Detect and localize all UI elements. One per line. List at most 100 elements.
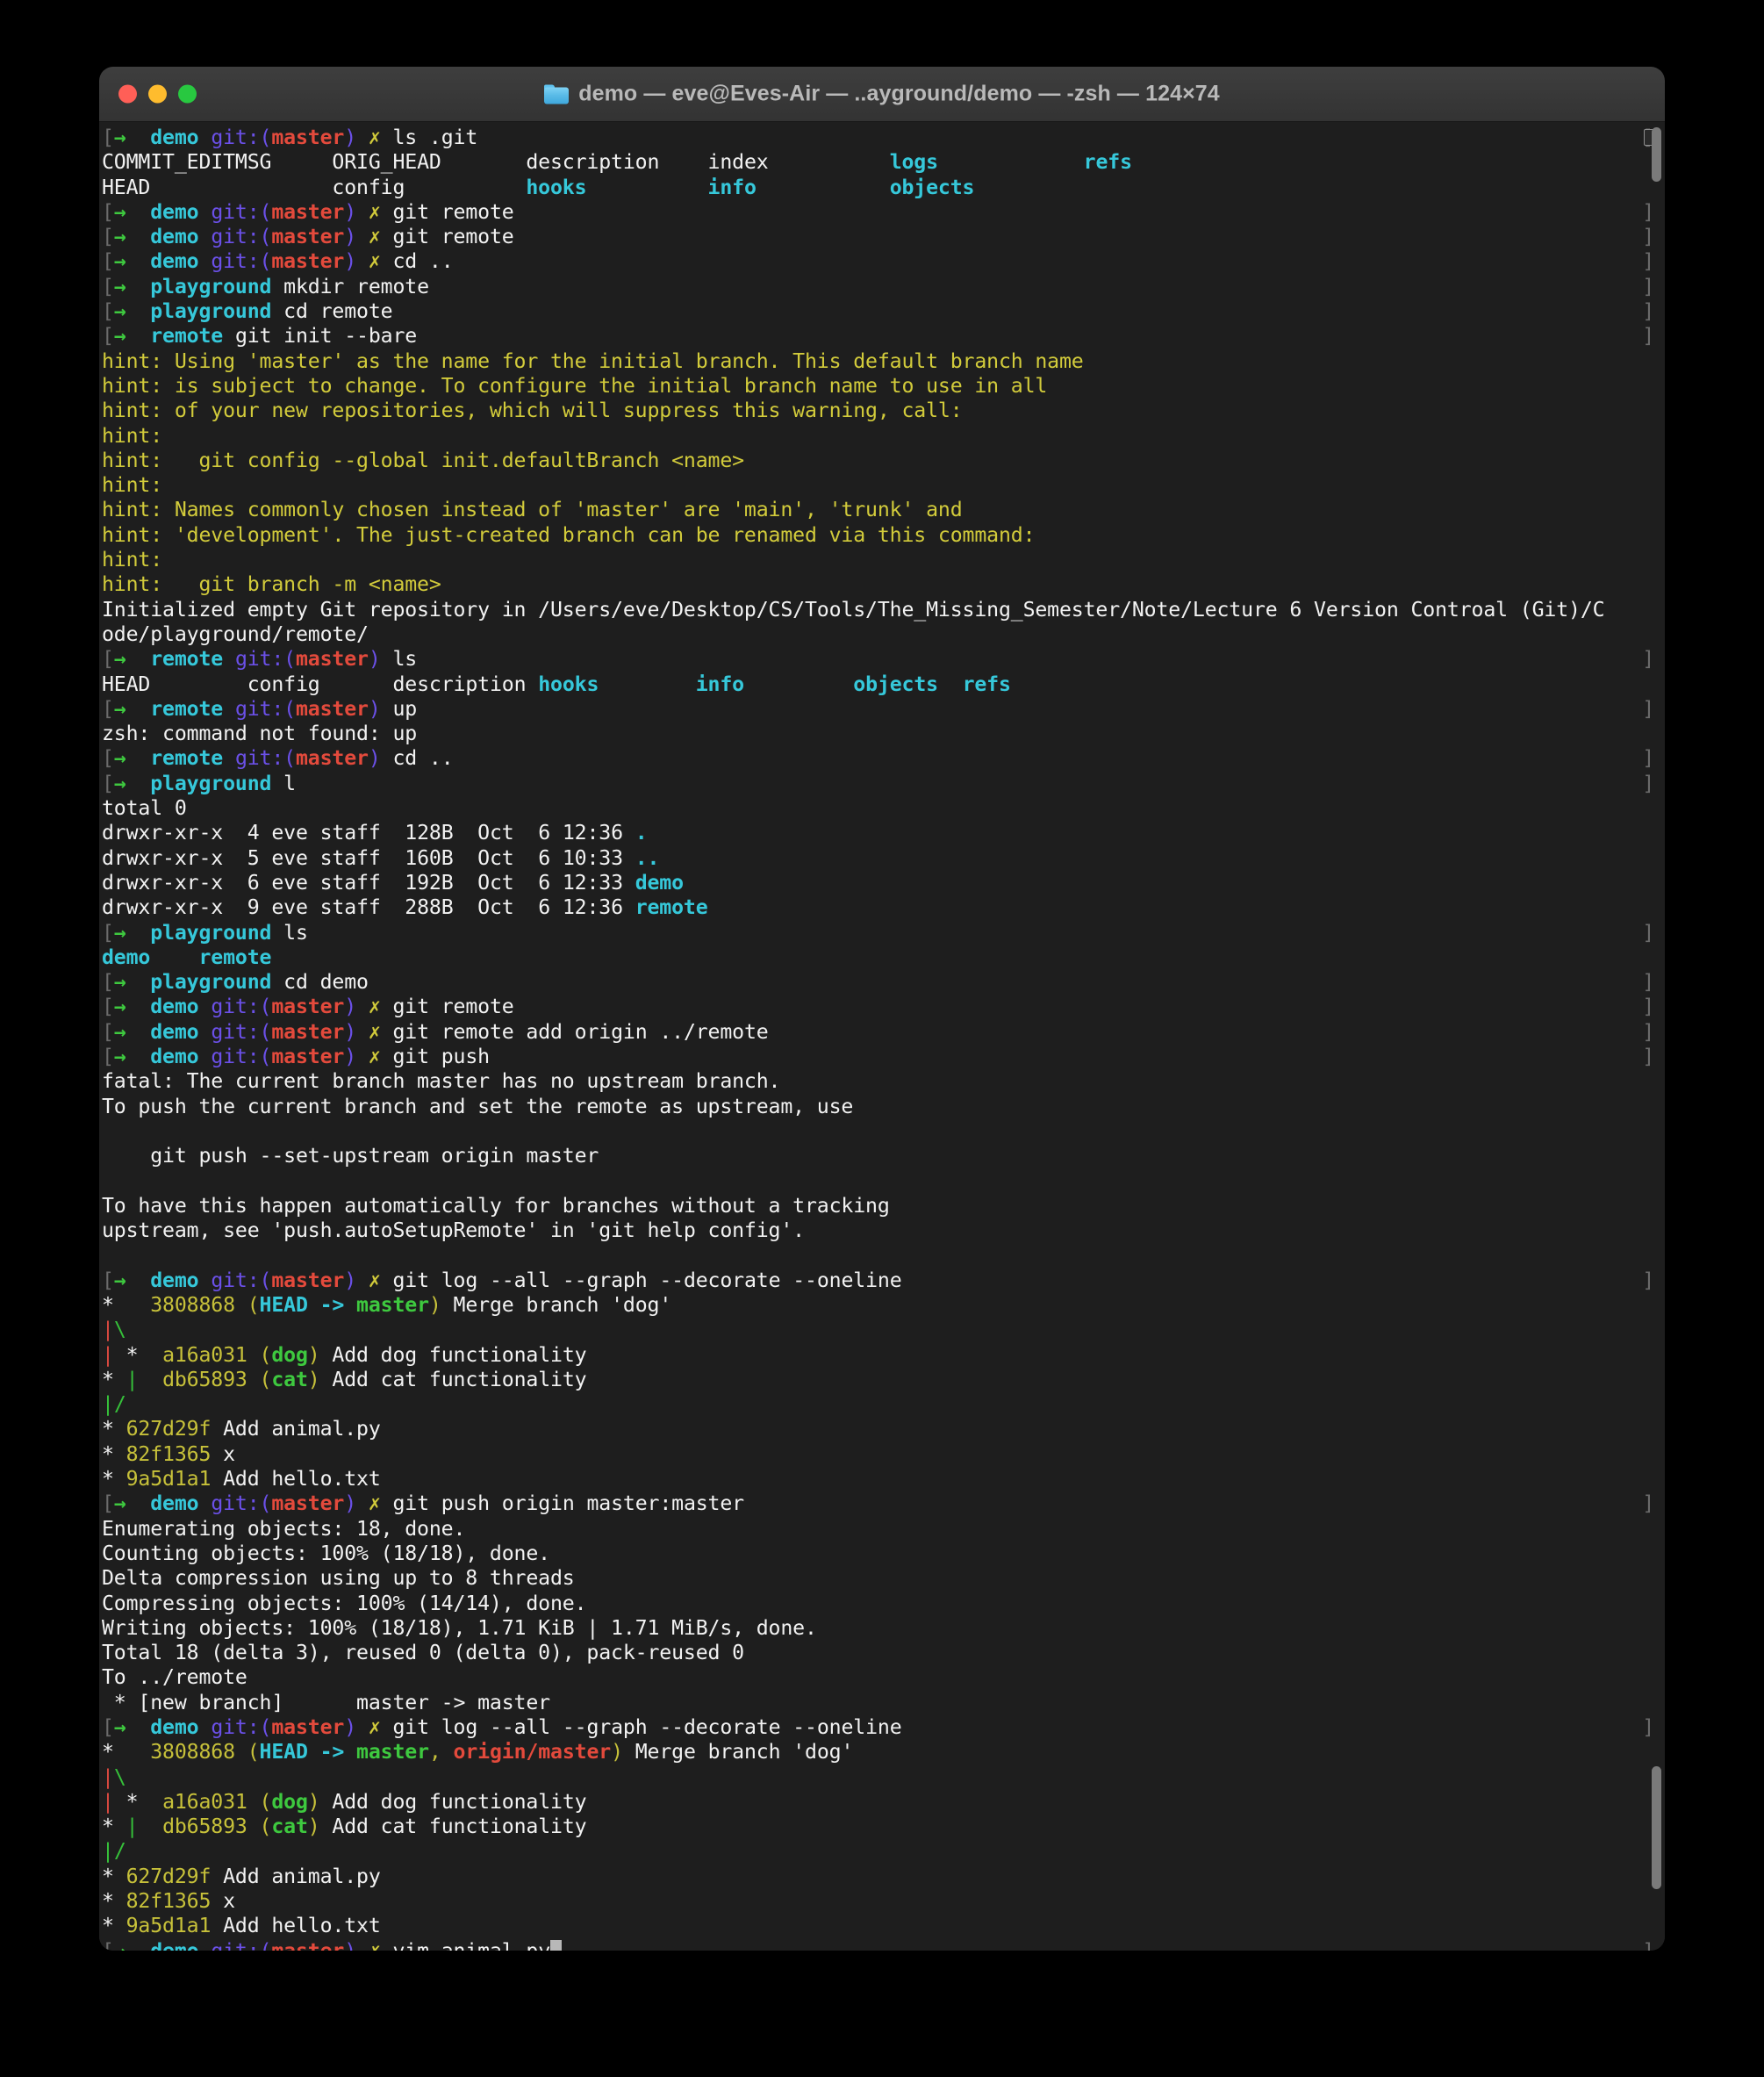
terminal-prompt-line: ] [→ demo git:(master) ✗ git remote	[99, 225, 1665, 249]
commit-message: Add hello.txt	[223, 1467, 381, 1491]
graph-glyph: *	[125, 1789, 139, 1814]
output-text: Writing objects: 100% (18/18), 1.71 KiB …	[102, 1615, 817, 1640]
graph-glyph: |	[125, 1815, 139, 1839]
listing-cell: refs	[1083, 150, 1181, 175]
prompt-arrow-icon: →	[113, 970, 126, 995]
output-text: * [new branch] master -> master	[102, 1690, 550, 1714]
commit-message: Add hello.txt	[223, 1914, 381, 1938]
commit-hash: db65893	[162, 1367, 247, 1391]
terminal-output-line: hint: 'development'. The just-created br…	[99, 523, 1665, 548]
prompt-dirty-icon: ✗	[368, 1268, 381, 1292]
terminal-body[interactable]: ][→ demo git:(master) ✗ ls .gitCOMMIT_ED…	[99, 122, 1665, 1951]
prompt-directory: demo	[150, 1715, 199, 1739]
commit-hash: 82f1365	[125, 1889, 212, 1914]
ls-size: 192B	[405, 870, 478, 895]
terminal-scrollbar[interactable]	[1644, 122, 1665, 1951]
prompt-dirty-icon: ✗	[368, 1491, 381, 1516]
git-graph-line: |/	[99, 1392, 1665, 1417]
output-text: hint: Names commonly chosen instead of '…	[102, 498, 963, 522]
window-titlebar[interactable]: demo — eve@Eves-Air — ..ayground/demo — …	[99, 67, 1665, 122]
prompt-bracket: [	[102, 920, 114, 945]
ls-name: .	[635, 821, 648, 845]
commit-hash: 9a5d1a1	[125, 1467, 212, 1491]
output-text: zsh: command not found: up	[102, 722, 418, 746]
prompt-git-suffix: )	[368, 746, 381, 771]
listing-cell: index	[707, 150, 890, 175]
prompt-arrow-icon: →	[113, 746, 126, 771]
graph-glyph: *	[102, 1467, 114, 1491]
ls-linkcount: 9	[247, 895, 272, 920]
git-graph-line: |\	[99, 1765, 1665, 1790]
terminal-output-line: Counting objects: 100% (18/18), done.	[99, 1542, 1665, 1566]
ls-linkcount: 5	[247, 845, 272, 870]
commit-ref: (	[259, 1815, 272, 1839]
prompt-directory: demo	[150, 1019, 199, 1044]
git-log-line: * 627d29f Add animal.py	[99, 1417, 1665, 1441]
terminal-prompt-line: ] [→ remote git:(master) ls	[99, 647, 1665, 672]
git-graph-line: |/	[99, 1839, 1665, 1864]
scrollbar-thumb-top[interactable]	[1652, 127, 1661, 182]
close-button[interactable]	[118, 84, 137, 104]
terminal-prompt-line: ] [→ remote git:(master) cd ..	[99, 746, 1665, 771]
output-text: Compressing objects: 100% (14/14), done.	[102, 1591, 587, 1615]
terminal-command: ls	[392, 647, 418, 672]
commit-ref: )	[611, 1740, 623, 1764]
terminal-prompt-line: ][→ demo git:(master) ✗ ls .git	[99, 126, 1665, 150]
terminal-output-line: zsh: command not found: up	[99, 722, 1665, 746]
prompt-git-branch: master	[271, 1715, 345, 1739]
output-text: hint: git branch -m <name>	[102, 572, 441, 597]
git-log-line: | * a16a031 (dog) Add dog functionality	[99, 1790, 1665, 1815]
output-text: hint:	[102, 548, 163, 572]
prompt-bracket: [	[102, 995, 114, 1019]
terminal-command: l	[283, 771, 296, 795]
prompt-git-branch: master	[271, 249, 345, 274]
ls-owner: eve	[271, 895, 320, 920]
scrollbar-thumb-bottom[interactable]	[1652, 1766, 1661, 1889]
ls-permissions: drwxr-xr-x	[102, 821, 247, 845]
prompt-git-prefix: git:(	[211, 1268, 272, 1292]
commit-hash: a16a031	[162, 1342, 247, 1367]
prompt-dirty-icon: ✗	[368, 995, 381, 1019]
prompt-directory: demo	[150, 126, 199, 149]
terminal-output-line: hint:	[99, 424, 1665, 449]
commit-ref: (	[247, 1740, 260, 1764]
listing-cell: objects	[889, 175, 1084, 199]
prompt-arrow-icon: →	[113, 1715, 126, 1739]
prompt-git-suffix: )	[344, 1268, 357, 1292]
window-controls[interactable]	[118, 84, 197, 104]
terminal-command: git remote add origin ../remote	[392, 1019, 769, 1044]
prompt-git-branch: master	[271, 1268, 345, 1292]
prompt-directory: demo	[150, 1939, 198, 1951]
terminal-listing-row: HEAD config hooks info objects	[99, 176, 1665, 200]
commit-ref: cat	[271, 1815, 308, 1839]
terminal-screen[interactable]: ][→ demo git:(master) ✗ ls .gitCOMMIT_ED…	[99, 122, 1665, 1951]
git-log-line: * 9a5d1a1 Add hello.txt	[99, 1914, 1665, 1938]
terminal-command: git remote	[392, 225, 514, 249]
commit-message: Add animal.py	[223, 1864, 381, 1888]
commit-ref: (	[259, 1367, 272, 1391]
commit-ref: origin/master	[453, 1740, 612, 1764]
commit-hash: 627d29f	[125, 1864, 212, 1888]
listing-cell: remote	[198, 945, 296, 969]
prompt-directory: demo	[150, 225, 199, 249]
graph-glyph: *	[102, 1815, 114, 1839]
output-text: hint: git config --global init.defaultBr…	[102, 448, 744, 472]
folder-icon	[544, 84, 570, 104]
prompt-arrow-icon: →	[113, 995, 126, 1019]
prompt-git-suffix: )	[344, 995, 357, 1019]
minimize-button[interactable]	[148, 84, 167, 104]
output-text: hint: is subject to change. To configure…	[102, 373, 1048, 398]
ls-owner: eve	[271, 845, 320, 870]
terminal-ls-row: drwxr-xr-x 5 eve staff 160B Oct 6 10:33 …	[99, 846, 1665, 871]
terminal-window[interactable]: demo — eve@Eves-Air — ..ayground/demo — …	[99, 67, 1665, 1951]
terminal-prompt-line: ] [→ remote git:(master) up	[99, 697, 1665, 722]
output-text: hint: Using 'master' as the name for the…	[102, 349, 1084, 373]
terminal-command: vim animal.py	[393, 1939, 551, 1951]
commit-ref: )	[428, 1292, 441, 1317]
prompt-directory: remote	[150, 746, 224, 771]
prompt-arrow-icon: →	[113, 324, 126, 349]
maximize-button[interactable]	[178, 84, 197, 104]
ls-group: staff	[319, 895, 405, 920]
